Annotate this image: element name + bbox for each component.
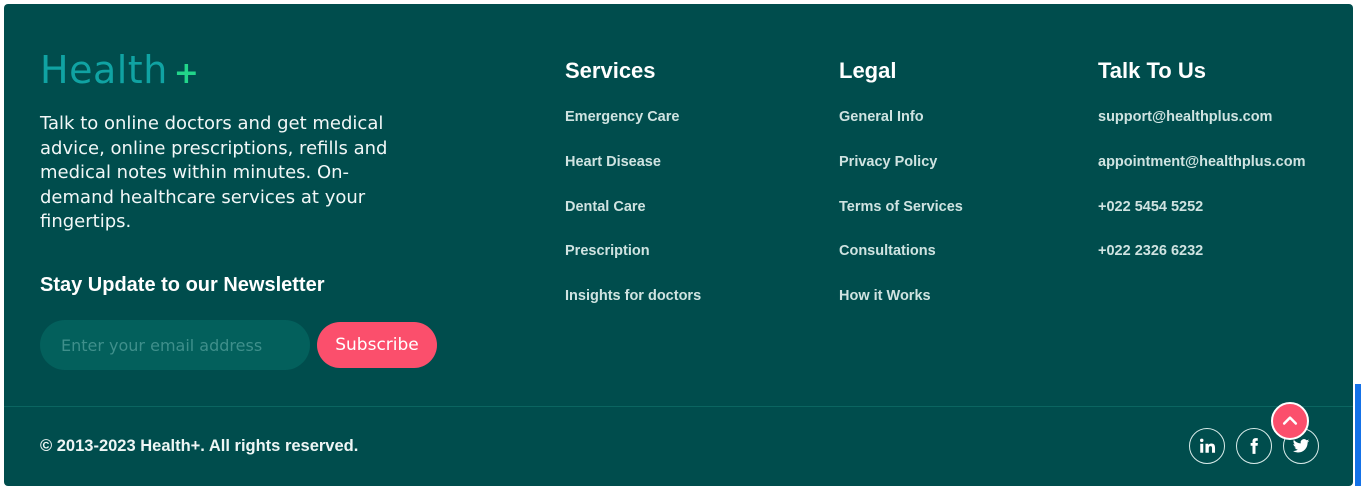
footer: Health + Talk to online doctors and get m…: [4, 4, 1353, 486]
services-column: Services Emergency Care Heart Disease De…: [565, 58, 701, 332]
legal-title: Legal: [839, 58, 897, 83]
about-text: Talk to online doctors and get medical a…: [40, 113, 388, 232]
facebook-icon[interactable]: [1236, 428, 1272, 464]
scroll-to-top-button[interactable]: [1271, 402, 1309, 440]
legal-list: General Info Privacy Policy Terms of Ser…: [839, 108, 963, 332]
legal-link-privacy-policy[interactable]: Privacy Policy: [839, 153, 963, 198]
linkedin-icon[interactable]: [1189, 428, 1225, 464]
legal-link-general-info[interactable]: General Info: [839, 108, 963, 153]
services-list: Emergency Care Heart Disease Dental Care…: [565, 108, 701, 332]
copyright-text: © 2013-2023 Health+. All rights reserved…: [40, 437, 359, 455]
footer-divider: [4, 406, 1353, 407]
chevron-up-icon: [1282, 416, 1298, 425]
newsletter-email-input[interactable]: [40, 320, 310, 370]
talk-link-phone-1[interactable]: +022 5454 5252: [1098, 198, 1305, 243]
services-link-dental-care[interactable]: Dental Care: [565, 198, 701, 243]
subscribe-button[interactable]: Subscribe: [317, 322, 437, 368]
legal-link-how-it-works[interactable]: How it Works: [839, 287, 963, 332]
legal-column: Legal General Info Privacy Policy Terms …: [839, 58, 963, 332]
legal-link-terms[interactable]: Terms of Services: [839, 198, 963, 243]
services-title: Services: [565, 58, 656, 83]
legal-link-consultations[interactable]: Consultations: [839, 242, 963, 287]
services-link-prescription[interactable]: Prescription: [565, 242, 701, 287]
page-scrollbar[interactable]: [1355, 384, 1361, 486]
services-link-emergency-care[interactable]: Emergency Care: [565, 108, 701, 153]
talk-link-support-email[interactable]: support@healthplus.com: [1098, 108, 1305, 153]
services-link-insights[interactable]: Insights for doctors: [565, 287, 701, 332]
newsletter-title: Stay Update to our Newsletter: [40, 274, 325, 296]
talk-list: support@healthplus.com appointment@healt…: [1098, 108, 1305, 287]
brand-logo[interactable]: Health +: [40, 48, 199, 92]
brand-plus: +: [173, 56, 200, 91]
services-link-heart-disease[interactable]: Heart Disease: [565, 153, 701, 198]
talk-title: Talk To Us: [1098, 58, 1206, 83]
talk-link-phone-2[interactable]: +022 2326 6232: [1098, 242, 1305, 287]
brand-name: Health: [40, 48, 168, 92]
talk-column: Talk To Us support@healthplus.com appoin…: [1098, 58, 1305, 287]
talk-link-appointment-email[interactable]: appointment@healthplus.com: [1098, 153, 1305, 198]
